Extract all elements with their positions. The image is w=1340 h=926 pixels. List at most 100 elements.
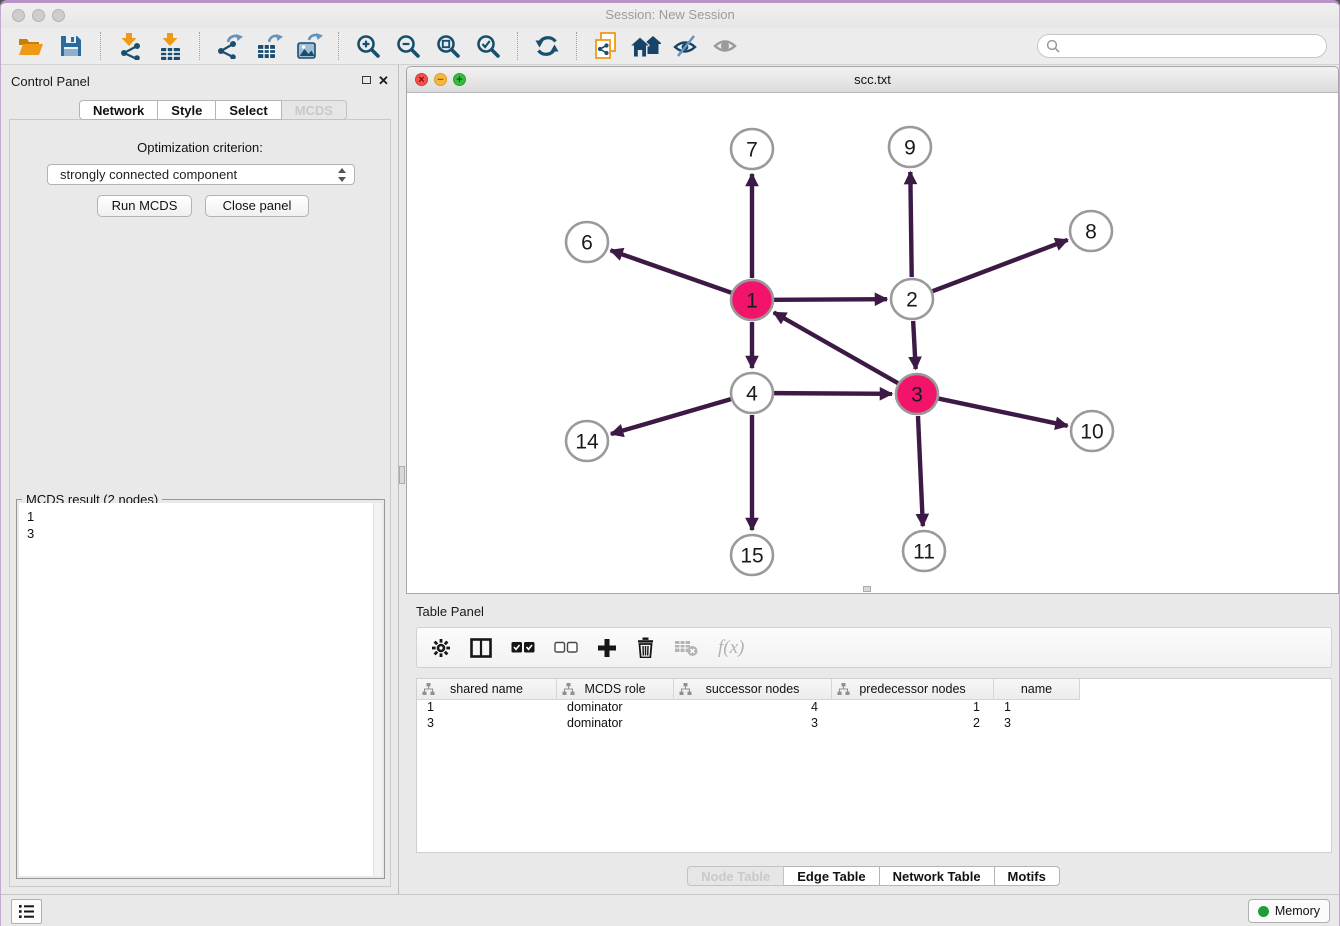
- memory-status-icon: [1258, 906, 1269, 917]
- cell-name[interactable]: 3: [994, 716, 1080, 732]
- column-header-shared-name[interactable]: shared name: [417, 679, 557, 700]
- import-table-button[interactable]: [155, 31, 185, 61]
- export-image-button[interactable]: [294, 31, 324, 61]
- deselect-all-button[interactable]: [554, 641, 578, 654]
- cell-MCDS-role[interactable]: dominator: [557, 700, 674, 716]
- toolbar-separator: [199, 32, 200, 60]
- toolbar-separator: [100, 32, 101, 60]
- open-session-button[interactable]: [16, 31, 46, 61]
- network-canvas[interactable]: 1234678910111415: [407, 93, 1338, 593]
- import-network-button[interactable]: [115, 31, 145, 61]
- network-view-title: scc.txt: [407, 72, 1338, 87]
- refresh-icon: [534, 33, 560, 59]
- toolbar-separator: [338, 32, 339, 60]
- main-toolbar: [1, 28, 1339, 65]
- control-panel: Control Panel ✕ Network Style Select MCD…: [1, 65, 399, 897]
- table-tabs: Node Table Edge Table Network Table Moti…: [406, 866, 1340, 886]
- control-panel-tabs: Network Style Select MCDS: [79, 100, 347, 120]
- optimization-criterion-select[interactable]: strongly connected component: [47, 164, 355, 185]
- tab-motifs[interactable]: Motifs: [995, 866, 1060, 886]
- graph-edge-2-3[interactable]: [913, 321, 916, 369]
- zoom-out-button[interactable]: [393, 31, 423, 61]
- cell-shared-name[interactable]: 3: [417, 716, 557, 732]
- table-toolbar: f(x): [416, 627, 1332, 668]
- table-settings-button[interactable]: [431, 638, 451, 658]
- task-history-button[interactable]: [11, 899, 42, 924]
- graph-edge-2-9[interactable]: [910, 172, 911, 277]
- network-graph[interactable]: 1234678910111415: [407, 93, 1338, 593]
- add-column-button[interactable]: [597, 638, 617, 658]
- delete-table-button[interactable]: [674, 639, 699, 657]
- graph-edge-1-2[interactable]: [774, 299, 887, 300]
- search-input[interactable]: [1065, 39, 1326, 54]
- table-row-1[interactable]: 3dominator323: [417, 716, 1331, 732]
- show-details-button[interactable]: [711, 31, 741, 61]
- zoom-in-button[interactable]: [353, 31, 383, 61]
- tab-node-table[interactable]: Node Table: [687, 866, 784, 886]
- graph-node-label-14: 14: [575, 431, 599, 454]
- zoom-selected-button[interactable]: [473, 31, 503, 61]
- memory-button[interactable]: Memory: [1248, 899, 1330, 923]
- network-view-titlebar[interactable]: × − + scc.txt: [407, 67, 1338, 93]
- graph-node-label-9: 9: [904, 137, 916, 160]
- save-icon: [59, 34, 83, 58]
- import-network-icon: [117, 33, 143, 60]
- optimization-criterion-label: Optimization criterion:: [10, 140, 390, 155]
- save-session-button[interactable]: [56, 31, 86, 61]
- select-all-button[interactable]: [511, 641, 535, 654]
- cell-MCDS-role[interactable]: dominator: [557, 716, 674, 732]
- result-scrollbar[interactable]: [373, 503, 382, 876]
- tab-style[interactable]: Style: [158, 100, 216, 120]
- hide-details-button[interactable]: [671, 31, 701, 61]
- cell-name[interactable]: 1: [994, 700, 1080, 716]
- column-header-MCDS-role[interactable]: MCDS role: [557, 679, 674, 700]
- float-panel-icon[interactable]: [362, 76, 371, 84]
- export-image-icon: [296, 33, 323, 59]
- search-field[interactable]: [1037, 34, 1327, 58]
- graph-edge-3-1[interactable]: [774, 312, 898, 383]
- titlebar: Session: New Session: [1, 3, 1339, 28]
- delete-column-button[interactable]: [636, 637, 655, 658]
- splitter-handle[interactable]: [399, 466, 405, 484]
- tab-select[interactable]: Select: [216, 100, 281, 120]
- checked-checkboxes-icon: [511, 641, 535, 654]
- function-builder-button[interactable]: f(x): [718, 637, 744, 659]
- graph-edge-3-10[interactable]: [939, 399, 1068, 426]
- show-column-button[interactable]: [470, 638, 492, 658]
- export-table-button[interactable]: [254, 31, 284, 61]
- zoom-fit-button[interactable]: [433, 31, 463, 61]
- tab-edge-table[interactable]: Edge Table: [784, 866, 879, 886]
- status-bar: Memory: [1, 894, 1339, 926]
- refresh-button[interactable]: [532, 31, 562, 61]
- cell-predecessor-nodes[interactable]: 1: [832, 700, 994, 716]
- graph-edge-1-6[interactable]: [611, 250, 732, 292]
- tab-mcds[interactable]: MCDS: [282, 100, 347, 120]
- graph-edge-4-3[interactable]: [774, 393, 892, 394]
- frame-resize-handle[interactable]: [863, 586, 871, 592]
- close-panel-icon[interactable]: ✕: [378, 76, 389, 86]
- mcds-result-textarea[interactable]: 1 3: [19, 503, 382, 876]
- close-panel-button[interactable]: Close panel: [205, 195, 309, 217]
- cell-successor-nodes[interactable]: 4: [674, 700, 832, 716]
- column-header-successor-nodes[interactable]: successor nodes: [674, 679, 832, 700]
- column-header-label: MCDS role: [584, 682, 645, 696]
- run-mcds-button[interactable]: Run MCDS: [97, 195, 192, 217]
- cell-shared-name[interactable]: 1: [417, 700, 557, 716]
- export-network-button[interactable]: [214, 31, 244, 61]
- cell-predecessor-nodes[interactable]: 2: [832, 716, 994, 732]
- tab-network[interactable]: Network: [79, 100, 158, 120]
- table-row-0[interactable]: 1dominator411: [417, 700, 1331, 716]
- tab-network-table[interactable]: Network Table: [880, 866, 995, 886]
- search-icon: [1046, 39, 1060, 53]
- graph-edge-3-11[interactable]: [918, 416, 923, 526]
- zoom-selected-icon: [475, 33, 501, 59]
- column-header-predecessor-nodes[interactable]: predecessor nodes: [832, 679, 994, 700]
- graph-edge-4-14[interactable]: [611, 399, 731, 434]
- network-overview-button[interactable]: [631, 31, 661, 61]
- zoom-fit-icon: [435, 33, 461, 59]
- cell-successor-nodes[interactable]: 3: [674, 716, 832, 732]
- column-header-name[interactable]: name: [994, 679, 1080, 700]
- graph-edge-2-8[interactable]: [933, 240, 1068, 291]
- duplicate-network-button[interactable]: [591, 31, 621, 61]
- table-header-row: shared name MCDS role successor nodesprede…: [417, 679, 1331, 700]
